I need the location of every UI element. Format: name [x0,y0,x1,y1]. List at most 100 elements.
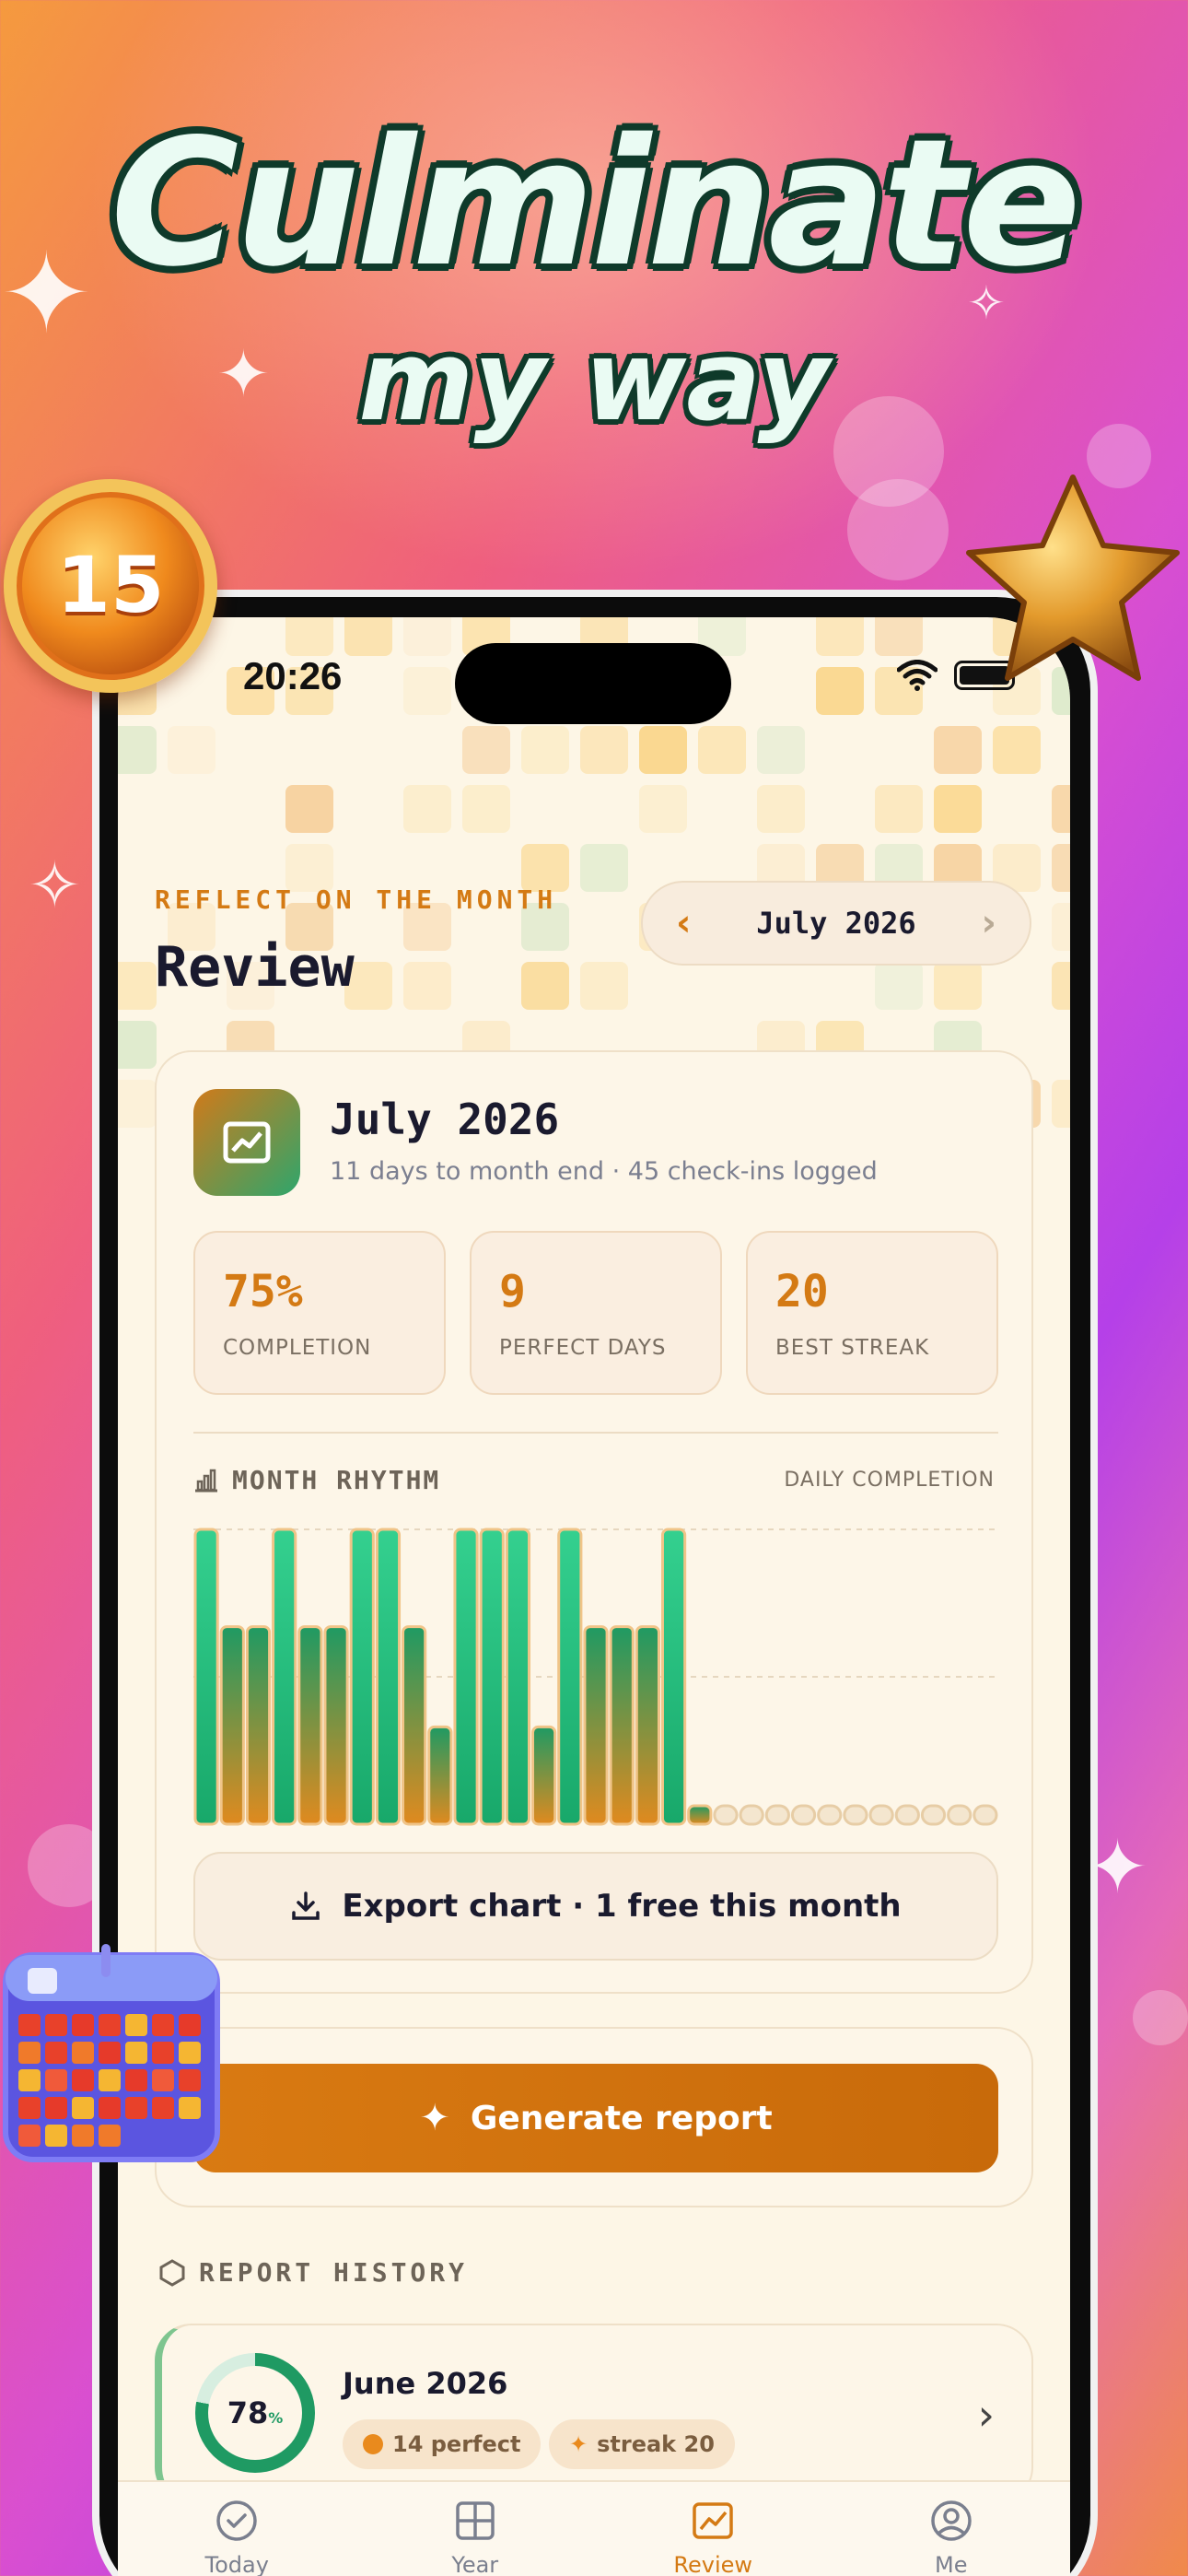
user-icon [931,2500,972,2541]
decorative-tile [403,785,451,833]
chart-bar-day-25 [817,1804,843,1826]
calendar-cell [18,2097,41,2119]
chart-bar-day-8 [375,1528,402,1826]
calendar-cell [45,2069,67,2091]
hexagon-icon [159,2258,185,2287]
decorative-tile [1052,785,1070,833]
stat-best-streak: 20 BEST STREAK [746,1231,998,1395]
generate-report-button[interactable]: ✦ Generate report [193,2064,998,2172]
decorative-tile [639,785,687,833]
calendar-cell [152,2042,174,2064]
calendar-cell [45,2125,67,2147]
completion-ring: 78% [195,2353,315,2473]
calendar-cell [72,2042,94,2064]
decorative-tile [285,785,333,833]
month-selector-label: July 2026 [756,906,916,941]
calendar-cell [72,2014,94,2036]
chart-bar-day-14 [531,1725,557,1826]
previous-month-button[interactable]: ‹ [676,902,691,944]
page-eyebrow: REFLECT ON THE MONTH [155,884,558,915]
sparkle-icon: ✦ [569,2431,588,2457]
decorative-tile [462,726,510,774]
decorative-tile [1052,844,1070,892]
chart-bar-day-24 [790,1804,817,1826]
app-screen: 20:26 REFLECT ON THE MONTH Review ‹ July… [118,617,1070,2576]
month-rhythm-chart [193,1520,998,1833]
stat-value: 75% [223,1266,303,1317]
tab-review[interactable]: Review [621,2482,805,2576]
history-item[interactable]: 78% June 2026 14 perfect ✦ streak 20 › [155,2324,1033,2504]
export-chart-button[interactable]: Export chart · 1 free this month [193,1852,998,1961]
completion-percent: 78% [208,2366,302,2460]
calendar-cell [18,2042,41,2064]
headline-sub: my way [358,318,830,446]
decorative-tile [757,785,805,833]
streak-badge-icon: 15 [4,479,217,693]
decorative-tile [875,785,923,833]
report-history-title: REPORT HISTORY [158,2257,468,2288]
chart-bar-day-13 [505,1528,531,1826]
chart-bar-day-23 [764,1804,790,1826]
tab-label: Me [935,2552,968,2576]
calendar-cell [152,2014,174,2036]
decorative-tile [934,785,982,833]
headline-main: Culminate [110,101,1081,305]
stat-value: 20 [775,1266,829,1317]
report-history-label: REPORT HISTORY [199,2257,469,2288]
chart-bar-day-7 [349,1528,375,1826]
decorative-tile [580,844,628,892]
tab-today[interactable]: Today [145,2482,329,2576]
decorative-tile [875,962,923,1010]
decorative-tile [118,1080,157,1128]
grid-icon [456,2501,495,2540]
stat-label: BEST STREAK [775,1336,930,1360]
calendar-cell [72,2069,94,2091]
decorative-tile [993,726,1041,774]
calendar-cell [99,2125,121,2147]
chart-bar-day-11 [453,1528,479,1826]
decorative-tile [580,962,628,1010]
tab-label: Year [451,2552,499,2576]
decorative-tile [521,962,569,1010]
decorative-tile [403,617,451,656]
chart-bar-day-12 [479,1528,505,1826]
calendar-cell [179,2042,201,2064]
decorative-tile [934,962,982,1010]
chart-bar-day-19 [660,1528,687,1826]
summary-subtitle: 11 days to month end · 45 check-ins logg… [330,1157,878,1186]
chart-bar-day-27 [868,1804,894,1826]
decorative-tile [403,667,451,715]
chart-bar-day-2 [219,1625,245,1826]
calendar-cell [18,2069,41,2091]
tab-me[interactable]: Me [859,2482,1043,2576]
export-chart-label: Export chart · 1 free this month [342,1888,902,1925]
chart-bar-day-20 [687,1804,713,1826]
calendar-cell [125,2069,147,2091]
page-title: Review [155,935,355,1000]
decorative-tile [118,726,157,774]
calendar-cell [125,2014,147,2036]
decorative-tile [698,726,746,774]
tab-year[interactable]: Year [383,2482,567,2576]
chart-bar-day-6 [323,1625,349,1826]
month-selector: ‹ July 2026 › [641,881,1031,966]
chart-bar-day-16 [583,1625,609,1826]
calendar-cell [179,2014,201,2036]
tab-label: Today [204,2552,269,2576]
rhythm-chart-svg [193,1528,998,1826]
chart-icon [693,2502,733,2539]
calendar-cell [99,2014,121,2036]
check-circle-icon [216,2500,257,2541]
calendar-cell [45,2014,67,2036]
calendar-cell [125,2042,147,2064]
calendar-cell [125,2097,147,2119]
chart-bar-day-10 [427,1725,453,1826]
next-month-button[interactable]: › [982,902,996,944]
trend-chart-icon [193,1089,300,1196]
chart-bar-day-26 [843,1804,868,1826]
chart-bar-day-22 [739,1804,764,1826]
chart-bar-day-4 [272,1528,297,1826]
download-icon [292,1891,320,1920]
decorative-tile [816,667,864,715]
decorative-tile [639,726,687,774]
